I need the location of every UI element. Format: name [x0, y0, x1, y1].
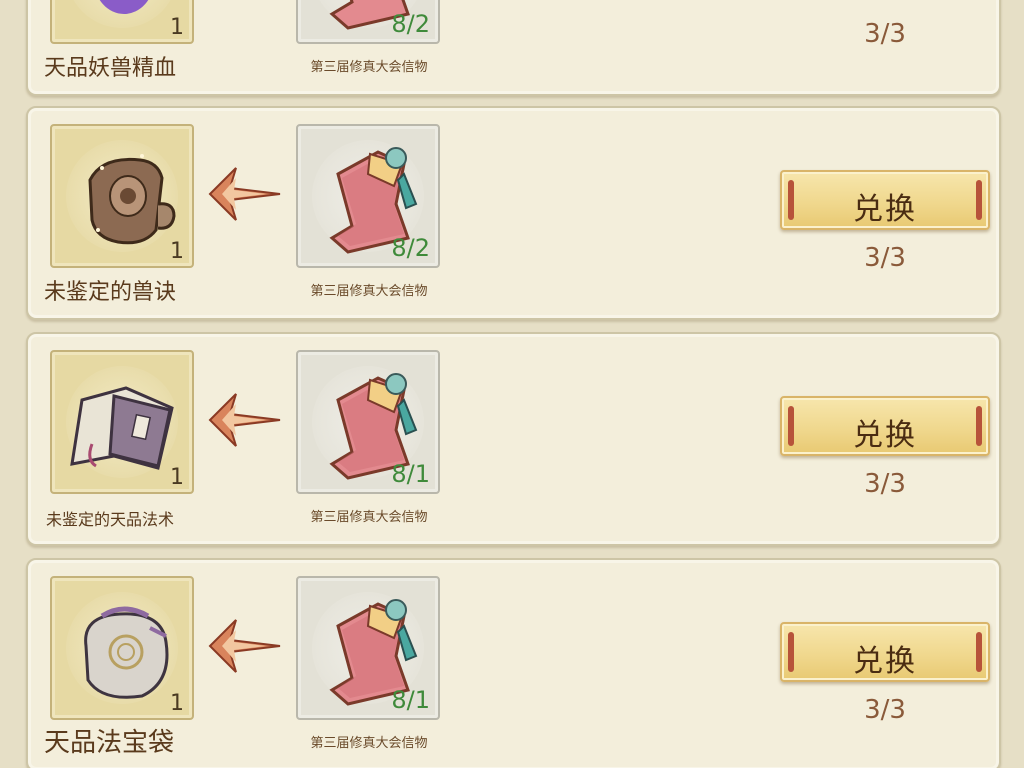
cost-item-name: 第三届修真大会信物	[310, 736, 428, 751]
exchange-row: 1 未鉴定的天品法术 8/1 第三届修真大会信物 兑换 3/3	[26, 332, 1001, 546]
cost-item-slot[interactable]: 8/2	[296, 124, 440, 268]
book-icon	[70, 386, 174, 470]
reward-item-name: 未鉴定的兽诀	[44, 280, 177, 305]
exchange-arrow-icon	[208, 393, 281, 447]
exchange-button[interactable]: 兑换	[780, 170, 990, 230]
exchange-arrow-icon	[208, 619, 281, 673]
cost-item-slot[interactable]: 8/2	[296, 0, 440, 44]
exchange-button[interactable]: 兑换	[780, 622, 990, 682]
exchange-button[interactable]: 兑换	[780, 396, 990, 456]
reward-quantity: 1	[170, 15, 184, 40]
reward-item-name: 天品法宝袋	[44, 728, 175, 758]
cost-item-name: 第三届修真大会信物	[310, 510, 428, 525]
cost-item-slot[interactable]: 8/1	[296, 350, 440, 494]
exchange-button-label: 兑换	[853, 644, 917, 679]
cost-quantity: 8/2	[391, 234, 430, 262]
cost-item-slot[interactable]: 8/1	[296, 576, 440, 720]
purple-orb-icon	[99, 0, 149, 14]
exchange-row: 1 天品法宝袋 8/1 第三届修真大会信物 兑换 3/3	[26, 558, 1001, 768]
cost-item-name: 第三届修真大会信物	[310, 284, 428, 299]
reward-item-slot[interactable]: 1	[50, 124, 194, 268]
cost-quantity: 8/1	[391, 686, 430, 714]
reward-quantity: 1	[170, 239, 184, 264]
reward-item-slot[interactable]: 1	[50, 350, 194, 494]
cost-quantity: 8/2	[391, 10, 430, 38]
exchange-button-label: 兑换	[853, 418, 917, 453]
exchange-button-label: 兑换	[853, 192, 917, 227]
reward-quantity: 1	[170, 691, 184, 716]
exchange-limit: 3/3	[864, 243, 906, 273]
reward-quantity: 1	[170, 465, 184, 490]
exchange-row: 1 天品妖兽精血 8/2 第三届修真大会信物 3/3	[26, 0, 1001, 96]
reward-item-name: 天品妖兽精血	[44, 56, 177, 81]
exchange-limit: 3/3	[864, 469, 906, 499]
reward-item-slot[interactable]: 1	[50, 576, 194, 720]
exchange-limit: 3/3	[864, 695, 906, 725]
scroll-icon	[88, 154, 176, 245]
reward-item-name: 未鉴定的天品法术	[46, 510, 175, 529]
exchange-arrow-icon	[208, 167, 281, 221]
cost-item-name: 第三届修真大会信物	[310, 60, 428, 75]
exchange-row: 1 未鉴定的兽诀 8/2 第三届修真大会信物 兑换 3/3	[26, 106, 1001, 320]
exchange-limit: 3/3	[864, 19, 906, 49]
cost-quantity: 8/1	[391, 460, 430, 488]
treasure-bag-icon	[84, 606, 169, 699]
reward-item-slot[interactable]: 1	[50, 0, 194, 44]
